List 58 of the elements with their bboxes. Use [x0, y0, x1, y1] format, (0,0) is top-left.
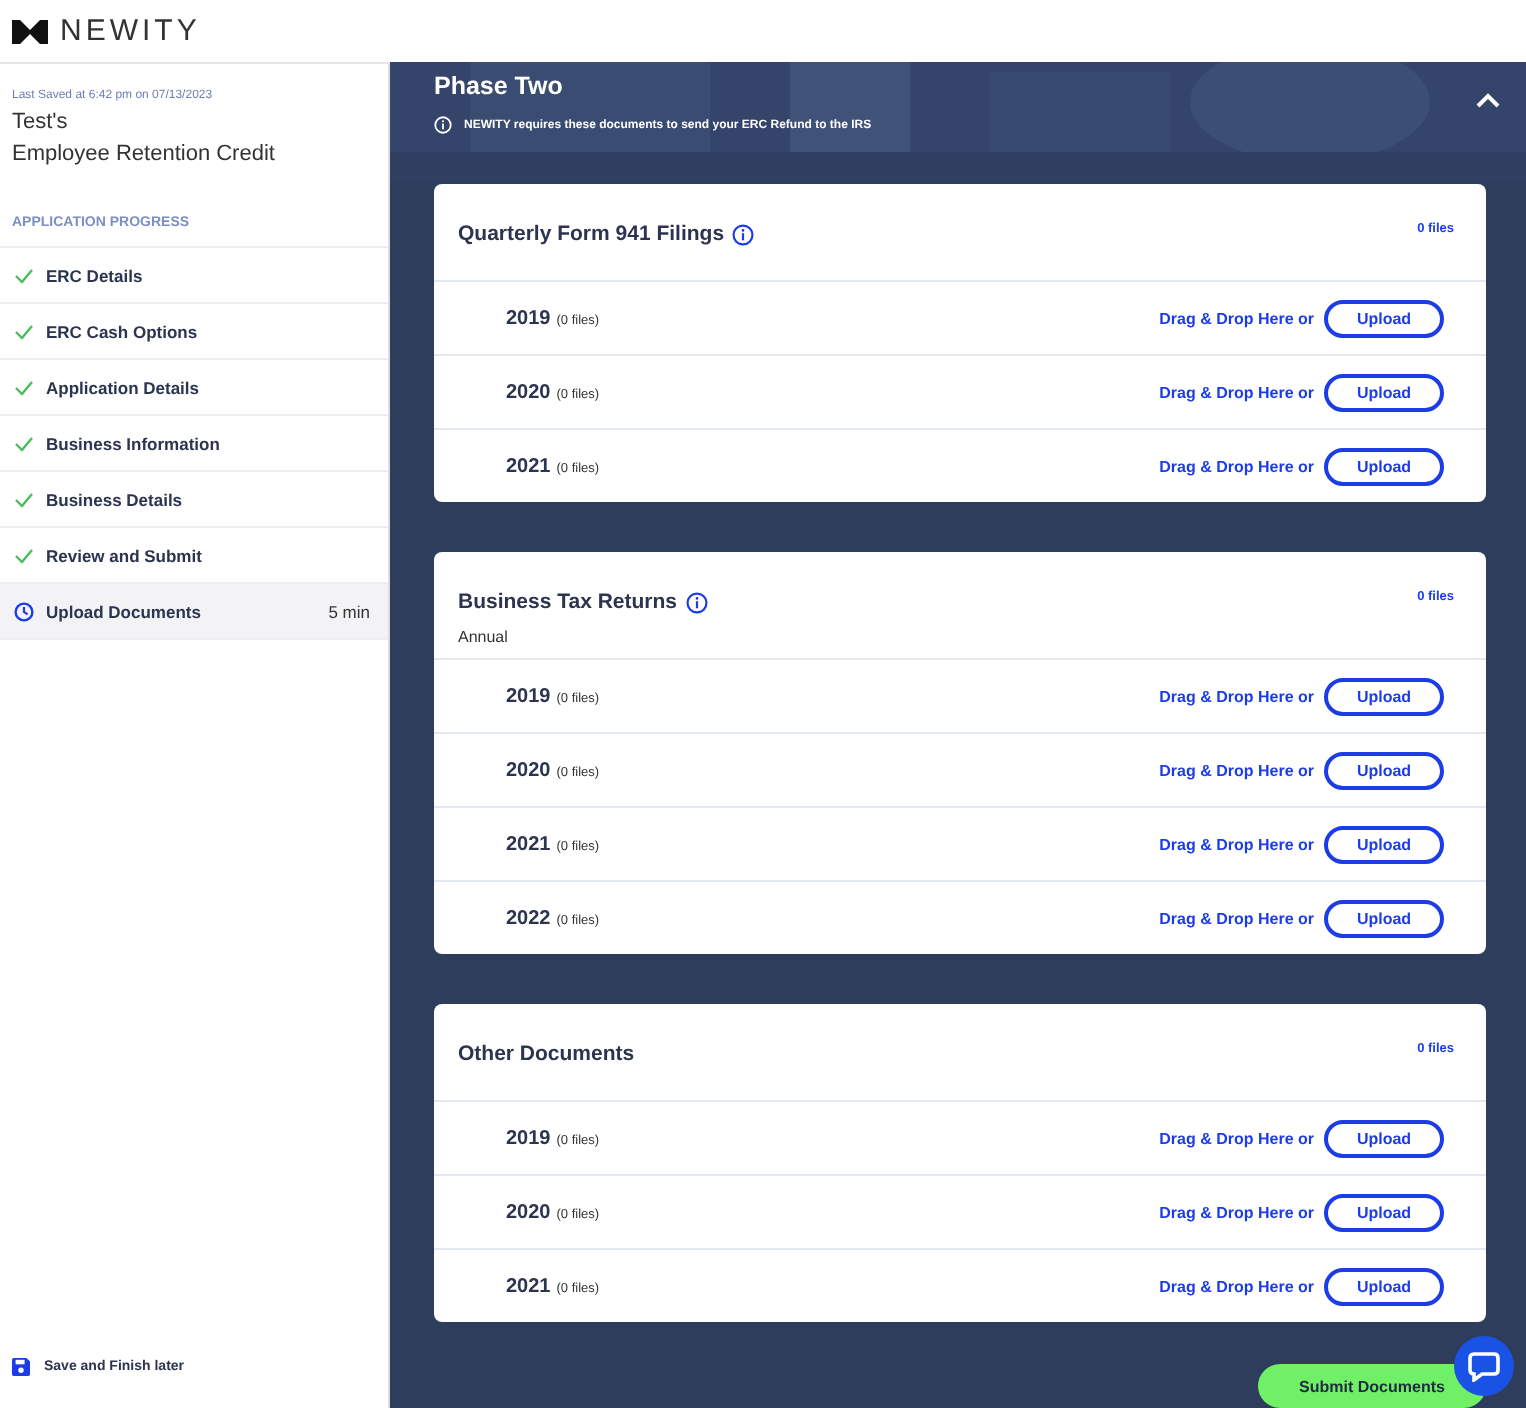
drag-drop-link[interactable]: Drag & Drop Here or: [1159, 1129, 1314, 1147]
check-icon: [14, 267, 34, 283]
progress-step[interactable]: Application Details: [0, 360, 388, 416]
owner-name: Test's: [12, 110, 70, 134]
check-icon: [14, 547, 34, 563]
upload-button[interactable]: Upload: [1324, 1267, 1444, 1305]
upload-button[interactable]: Upload: [1324, 447, 1444, 485]
section-title: Business Tax Returns: [458, 590, 678, 614]
upload-button[interactable]: Upload: [1324, 899, 1444, 937]
info-icon[interactable]: [732, 223, 755, 245]
year-label: 2021: [506, 1275, 551, 1297]
upload-button[interactable]: Upload: [1324, 751, 1444, 789]
year-label: 2020: [506, 1201, 551, 1223]
submit-button[interactable]: Submit Documents: [1258, 1364, 1486, 1408]
check-icon: [14, 323, 34, 339]
upload-button[interactable]: Upload: [1324, 1193, 1444, 1231]
save-icon: [12, 1358, 30, 1376]
check-icon: [14, 379, 34, 395]
drag-drop-link[interactable]: Drag & Drop Here or: [1159, 309, 1314, 327]
logo-icon: [12, 19, 48, 43]
drag-drop-link[interactable]: Drag & Drop Here or: [1159, 687, 1314, 705]
drag-drop-link[interactable]: Drag & Drop Here or: [1159, 761, 1314, 779]
year-label: 2021: [506, 455, 551, 477]
year-label: 2020: [506, 381, 551, 403]
year-label: 2022: [506, 907, 551, 929]
section-subtitle: Annual: [458, 628, 510, 646]
year-label: 2020: [506, 759, 551, 781]
progress-step[interactable]: ERC Details: [0, 248, 388, 304]
section-title: Quarterly Form 941 Filings: [458, 222, 725, 246]
progress-step[interactable]: Business Information: [0, 416, 388, 472]
check-icon: [14, 491, 34, 507]
year-label: 2019: [506, 307, 551, 329]
drag-drop-link[interactable]: Drag & Drop Here or: [1159, 835, 1314, 853]
brand-name: NEWITY: [60, 14, 201, 48]
drag-drop-link[interactable]: Drag & Drop Here or: [1159, 1277, 1314, 1295]
drag-drop-link[interactable]: Drag & Drop Here or: [1159, 1203, 1314, 1221]
collapse-chevron-icon[interactable]: [1476, 92, 1500, 108]
upload-button[interactable]: Upload: [1324, 299, 1444, 337]
upload-button[interactable]: Upload: [1324, 373, 1444, 411]
progress-step[interactable]: Business Details: [0, 472, 388, 528]
application-title: Employee Retention Credit: [12, 142, 277, 166]
info-icon[interactable]: [685, 591, 708, 613]
progress-step[interactable]: Upload Documents 5 min: [0, 584, 388, 640]
upload-button[interactable]: Upload: [1324, 677, 1444, 715]
time-estimate: 5 min: [328, 601, 370, 621]
drag-drop-link[interactable]: Drag & Drop Here or: [1159, 383, 1314, 401]
phase-title: Phase Two: [434, 72, 565, 100]
check-icon: [14, 435, 34, 451]
year-label: 2019: [506, 685, 551, 707]
progress-step[interactable]: ERC Cash Options: [0, 304, 388, 360]
drag-drop-link[interactable]: Drag & Drop Here or: [1159, 909, 1314, 927]
clock-icon: [14, 601, 34, 621]
year-label: 2021: [506, 833, 551, 855]
upload-button[interactable]: Upload: [1324, 1119, 1444, 1157]
year-label: 2019: [506, 1127, 551, 1149]
upload-button[interactable]: Upload: [1324, 825, 1444, 863]
section-title: Other Documents: [458, 1042, 635, 1066]
drag-drop-link[interactable]: Drag & Drop Here or: [1159, 457, 1314, 475]
